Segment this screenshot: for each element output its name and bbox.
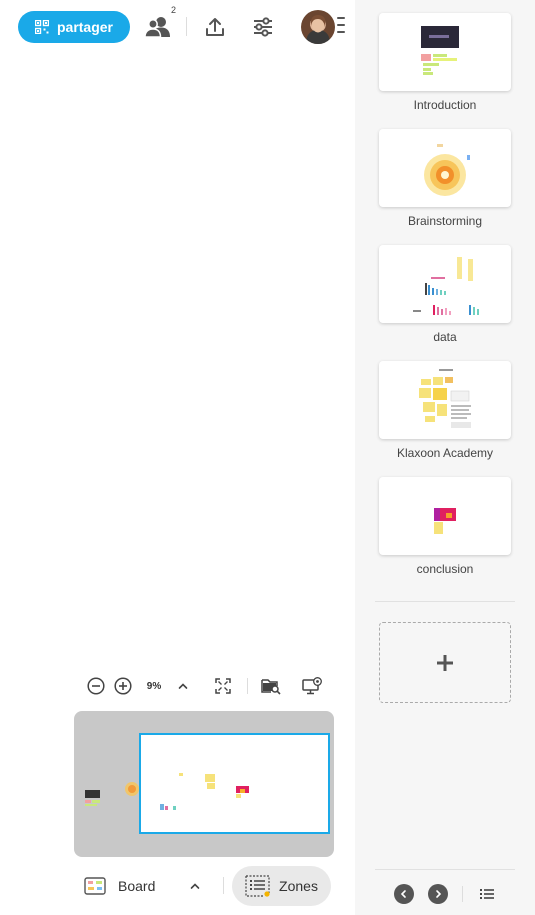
share-button-label: partager [56,19,114,35]
plus-icon [437,654,453,671]
board-button-label: Board [118,878,156,894]
share-button[interactable]: partager [18,11,130,43]
zoom-level: 9% [146,680,162,692]
participants-button[interactable] [143,12,173,42]
chevron-up-icon [178,683,188,689]
participants-count: 2 [171,5,177,15]
zone-list-view-button[interactable] [473,880,501,908]
zoom-toolbar: 9% [86,674,336,698]
zones-panel: Introduction Brainstorming data Klaxoon … [355,0,535,915]
panel-footer-divider [375,869,515,870]
sliders-icon [254,17,272,37]
zone-item-klaxoon-academy[interactable]: Klaxoon Academy [379,361,511,460]
upload-icon [206,18,224,36]
search-board-button[interactable] [260,674,282,698]
menu-icon[interactable] [337,17,347,35]
next-zone-button[interactable] [428,884,448,904]
nav-divider [462,886,463,902]
board-icon [84,877,106,895]
zone-label: conclusion [416,562,474,576]
zone-label: Brainstorming [407,214,483,228]
list-icon [480,889,494,899]
board-button[interactable]: Board [84,872,155,900]
board-menu-button[interactable] [186,876,204,896]
zones-list-icon [245,875,270,897]
zone-item-brainstorming[interactable]: Brainstorming [379,129,511,228]
zone-label: data [433,330,457,344]
zones-button-label: Zones [279,878,318,894]
zoom-in-button[interactable] [113,674,133,698]
avatar-image [306,15,330,44]
zone-thumbnail [379,477,511,555]
app-root: partager 2 9% Board Zones Introduction B… [0,0,535,915]
minus-circle-icon [87,677,105,695]
chevron-up-icon [190,883,200,889]
export-button[interactable] [200,12,230,42]
users-icon [144,17,170,38]
minimap-content [85,773,249,810]
previous-zone-button[interactable] [394,884,414,904]
fit-screen-button[interactable] [213,674,233,698]
zone-item-introduction[interactable]: Introduction [379,13,511,112]
plus-circle-icon [114,677,132,695]
user-avatar[interactable] [301,10,335,44]
qr-code-icon [34,20,49,34]
zoom-menu-button[interactable] [174,674,192,698]
settings-button[interactable] [248,12,278,42]
zoom-divider [247,678,248,694]
chevron-left-icon [400,890,406,898]
zone-item-data[interactable]: data [379,245,511,344]
panel-divider [375,601,515,602]
chevron-right-icon [436,890,442,898]
zone-thumbnail [379,361,511,439]
presentation-settings-button[interactable] [301,674,323,698]
fit-screen-icon [215,678,231,694]
zone-thumbnail [379,13,511,91]
bottom-divider [223,877,224,894]
folder-search-icon [261,679,281,695]
zone-item-conclusion[interactable]: conclusion [379,477,511,576]
zone-thumbnail [379,129,511,207]
toolbar-divider [186,17,187,36]
zones-button[interactable]: Zones [232,866,331,906]
zone-label: Introduction [413,98,477,112]
board-minimap[interactable] [74,711,334,857]
zoom-out-button[interactable] [86,674,106,698]
monitor-gear-icon [302,677,322,695]
zone-label: Klaxoon Academy [396,446,494,460]
zone-thumbnail [379,245,511,323]
add-zone-button[interactable] [379,622,511,703]
